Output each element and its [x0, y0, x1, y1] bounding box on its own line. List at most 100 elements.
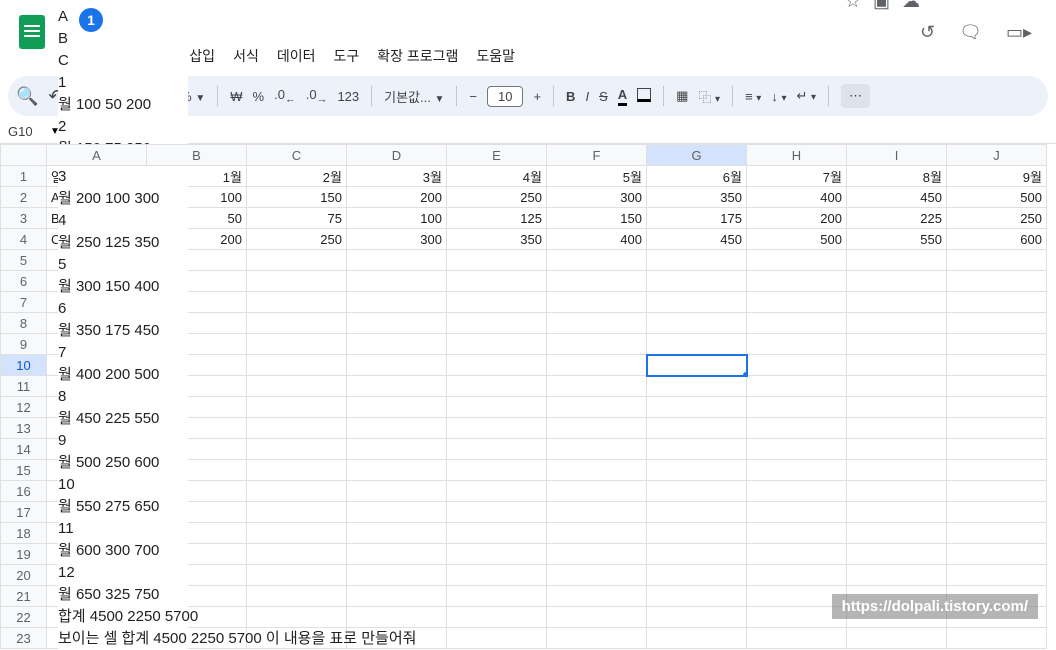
cell-J18[interactable] — [947, 523, 1047, 544]
cell-C19[interactable] — [247, 544, 347, 565]
cell-A10[interactable] — [47, 355, 147, 376]
cell-H10[interactable] — [747, 355, 847, 376]
cell-I6[interactable] — [847, 271, 947, 292]
cell-I8[interactable] — [847, 313, 947, 334]
cell-B12[interactable] — [147, 397, 247, 418]
menu-확장 프로그램[interactable]: 확장 프로그램 — [377, 46, 458, 66]
number-format-button[interactable]: 123 — [337, 89, 359, 104]
cell-H7[interactable] — [747, 292, 847, 313]
cell-A3[interactable]: B — [47, 208, 147, 229]
cell-A11[interactable] — [47, 376, 147, 397]
present-icon[interactable]: ▭▸ — [1006, 22, 1032, 43]
valign-button[interactable]: ↓ ▾ — [771, 89, 786, 104]
cell-F4[interactable]: 400 — [547, 229, 647, 250]
cell-A19[interactable] — [47, 544, 147, 565]
cell-I3[interactable]: 225 — [847, 208, 947, 229]
cell-J14[interactable] — [947, 439, 1047, 460]
cell-G18[interactable] — [647, 523, 747, 544]
cell-F22[interactable] — [547, 607, 647, 628]
cell-J2[interactable]: 500 — [947, 187, 1047, 208]
cell-C11[interactable] — [247, 376, 347, 397]
row-header-22[interactable]: 22 — [1, 607, 47, 628]
cell-G9[interactable] — [647, 334, 747, 355]
cell-D23[interactable] — [347, 628, 447, 649]
cell-E4[interactable]: 350 — [447, 229, 547, 250]
cell-J19[interactable] — [947, 544, 1047, 565]
cell-G15[interactable] — [647, 460, 747, 481]
name-box[interactable]: G10 — [4, 122, 50, 141]
cell-B14[interactable] — [147, 439, 247, 460]
col-header-H[interactable]: H — [747, 145, 847, 166]
cell-I1[interactable]: 8월 — [847, 166, 947, 187]
cell-C14[interactable] — [247, 439, 347, 460]
cell-D15[interactable] — [347, 460, 447, 481]
cell-A8[interactable] — [47, 313, 147, 334]
cell-E2[interactable]: 250 — [447, 187, 547, 208]
cell-B13[interactable] — [147, 418, 247, 439]
cell-C8[interactable] — [247, 313, 347, 334]
cell-C17[interactable] — [247, 502, 347, 523]
cell-A23[interactable] — [47, 628, 147, 649]
cell-E3[interactable]: 125 — [447, 208, 547, 229]
cell-D9[interactable] — [347, 334, 447, 355]
cell-C1[interactable]: 2월 — [247, 166, 347, 187]
cell-H14[interactable] — [747, 439, 847, 460]
cell-E13[interactable] — [447, 418, 547, 439]
cell-C7[interactable] — [247, 292, 347, 313]
sheets-logo[interactable] — [12, 12, 52, 52]
col-header-C[interactable]: C — [247, 145, 347, 166]
cell-G19[interactable] — [647, 544, 747, 565]
cell-C23[interactable] — [247, 628, 347, 649]
cell-C6[interactable] — [247, 271, 347, 292]
cell-B15[interactable] — [147, 460, 247, 481]
cell-F15[interactable] — [547, 460, 647, 481]
cell-J4[interactable]: 600 — [947, 229, 1047, 250]
increase-decimal-button[interactable]: .0→ — [306, 87, 328, 106]
cell-F7[interactable] — [547, 292, 647, 313]
cell-I15[interactable] — [847, 460, 947, 481]
cell-I5[interactable] — [847, 250, 947, 271]
row-header-6[interactable]: 6 — [1, 271, 47, 292]
cell-I20[interactable] — [847, 565, 947, 586]
name-box-dropdown[interactable]: ▼ — [50, 126, 60, 137]
cell-J23[interactable] — [947, 628, 1047, 649]
cell-A13[interactable] — [47, 418, 147, 439]
cell-C15[interactable] — [247, 460, 347, 481]
cell-G11[interactable] — [647, 376, 747, 397]
cell-H16[interactable] — [747, 481, 847, 502]
cell-F2[interactable]: 300 — [547, 187, 647, 208]
cell-D1[interactable]: 3월 — [347, 166, 447, 187]
col-header-G[interactable]: G — [647, 145, 747, 166]
cell-F23[interactable] — [547, 628, 647, 649]
cell-G2[interactable]: 350 — [647, 187, 747, 208]
cell-H15[interactable] — [747, 460, 847, 481]
cell-E14[interactable] — [447, 439, 547, 460]
merge-button[interactable]: ⿻ ▾ — [698, 87, 720, 106]
cell-B1[interactable]: 1월 — [147, 166, 247, 187]
cell-J9[interactable] — [947, 334, 1047, 355]
row-header-1[interactable]: 1 — [1, 166, 47, 187]
cell-G12[interactable] — [647, 397, 747, 418]
cell-D8[interactable] — [347, 313, 447, 334]
cell-D19[interactable] — [347, 544, 447, 565]
row-header-12[interactable]: 12 — [1, 397, 47, 418]
text-color-button[interactable]: A — [618, 87, 627, 106]
cell-E23[interactable] — [447, 628, 547, 649]
cell-E16[interactable] — [447, 481, 547, 502]
cell-F14[interactable] — [547, 439, 647, 460]
cell-J17[interactable] — [947, 502, 1047, 523]
cell-F21[interactable] — [547, 586, 647, 607]
search-icon[interactable]: 🔍 — [16, 86, 38, 107]
cell-H1[interactable]: 7월 — [747, 166, 847, 187]
cell-D5[interactable] — [347, 250, 447, 271]
row-header-20[interactable]: 20 — [1, 565, 47, 586]
cell-C3[interactable]: 75 — [247, 208, 347, 229]
col-header-I[interactable]: I — [847, 145, 947, 166]
row-header-4[interactable]: 4 — [1, 229, 47, 250]
cell-H9[interactable] — [747, 334, 847, 355]
borders-button[interactable]: ▦ — [676, 88, 688, 104]
cell-D22[interactable] — [347, 607, 447, 628]
cell-G5[interactable] — [647, 250, 747, 271]
cell-A18[interactable] — [47, 523, 147, 544]
cell-B23[interactable] — [147, 628, 247, 649]
